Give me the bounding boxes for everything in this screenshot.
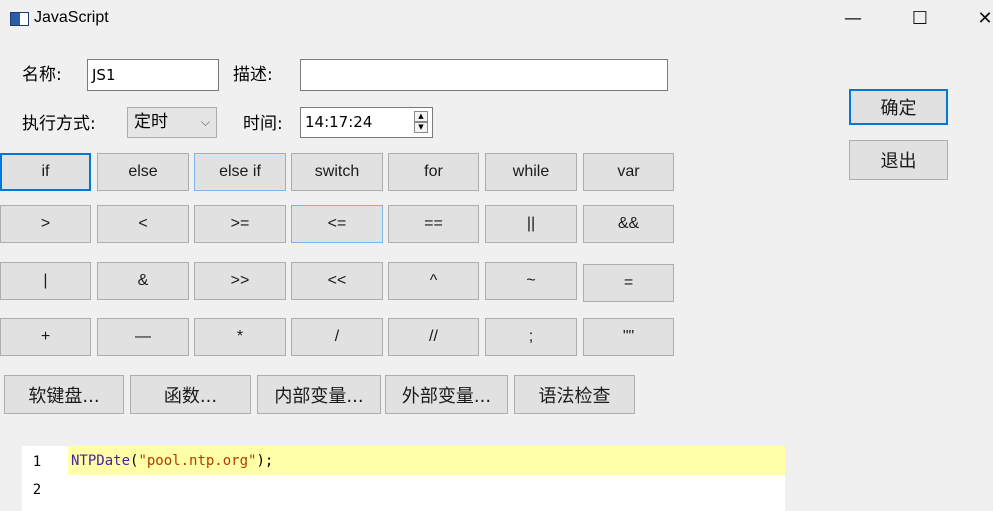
op-gt-button[interactable]: >	[0, 205, 91, 243]
name-input[interactable]: JS1	[87, 59, 219, 91]
spin-up-icon[interactable]: ▲	[414, 111, 428, 122]
op-assign-button[interactable]: =	[583, 264, 674, 302]
op-bitand-button[interactable]: &	[97, 262, 189, 300]
time-spin-buttons[interactable]: ▲ ▼	[414, 111, 428, 133]
op-bitor-button[interactable]: |	[0, 262, 91, 300]
description-label: 描述:	[233, 65, 273, 85]
op-eq-button[interactable]: ==	[388, 205, 479, 243]
functions-button[interactable]: 函数...	[130, 375, 251, 414]
name-label: 名称:	[22, 65, 62, 85]
keyword-else-button[interactable]: else	[97, 153, 189, 191]
op-shl-button[interactable]: <<	[291, 262, 383, 300]
description-input[interactable]	[300, 59, 668, 91]
time-label: 时间:	[243, 114, 283, 134]
internal-variables-button[interactable]: 内部变量...	[257, 375, 381, 414]
line-number: 2	[32, 482, 42, 498]
op-gte-button[interactable]: >=	[194, 205, 286, 243]
code-line[interactable]: NTPDate("pool.ntp.org");	[71, 453, 273, 469]
time-value: 14:17:24	[305, 113, 373, 131]
code-function-name: NTPDate	[71, 453, 131, 469]
op-semicolon-button[interactable]: ;	[485, 318, 577, 356]
window-title: JavaScript	[34, 9, 109, 26]
title-bar: JavaScript — ☐ ✕	[0, 0, 993, 38]
time-spinbox[interactable]: 14:17:24 ▲ ▼	[300, 107, 433, 138]
external-variables-button[interactable]: 外部变量...	[385, 375, 508, 414]
op-xor-button[interactable]: ^	[388, 262, 479, 300]
maximize-button[interactable]: ☐	[905, 6, 935, 32]
op-and-button[interactable]: &&	[583, 205, 674, 243]
code-editor[interactable]: 1 NTPDate("pool.ntp.org"); 2	[22, 446, 785, 511]
op-minus-button[interactable]: —	[97, 318, 189, 356]
app-icon	[10, 12, 29, 26]
keyword-if-button[interactable]: if	[0, 153, 91, 191]
line-number: 1	[32, 454, 42, 470]
spin-down-icon[interactable]: ▼	[414, 122, 428, 133]
op-shr-button[interactable]: >>	[194, 262, 286, 300]
ok-button[interactable]: 确定	[849, 89, 948, 125]
op-or-button[interactable]: ||	[485, 205, 577, 243]
keyword-var-button[interactable]: var	[583, 153, 674, 191]
keyword-else-if-button[interactable]: else if	[194, 153, 286, 191]
op-multiply-button[interactable]: *	[194, 318, 286, 356]
keyword-while-button[interactable]: while	[485, 153, 577, 191]
minimize-button[interactable]: —	[838, 6, 868, 32]
syntax-check-button[interactable]: 语法检查	[514, 375, 635, 414]
code-paren-close: );	[256, 453, 274, 469]
keyword-for-button[interactable]: for	[388, 153, 479, 191]
chevron-down-icon: ⌵	[200, 115, 210, 129]
op-quotes-button[interactable]: ""	[583, 318, 674, 356]
soft-keyboard-button[interactable]: 软键盘...	[4, 375, 124, 414]
mode-select[interactable]: 定时 ⌵	[127, 107, 217, 138]
close-button[interactable]: ✕	[970, 6, 993, 32]
exit-button[interactable]: 退出	[849, 140, 948, 180]
mode-label: 执行方式:	[22, 114, 96, 134]
keyword-switch-button[interactable]: switch	[291, 153, 383, 191]
op-not-button[interactable]: ~	[485, 262, 577, 300]
op-plus-button[interactable]: +	[0, 318, 91, 356]
op-lt-button[interactable]: <	[97, 205, 189, 243]
op-divide-button[interactable]: /	[291, 318, 383, 356]
code-string: "pool.ntp.org"	[138, 453, 257, 469]
op-lte-button[interactable]: <=	[291, 205, 383, 243]
mode-select-value: 定时	[134, 112, 168, 132]
op-comment-button[interactable]: //	[388, 318, 479, 356]
